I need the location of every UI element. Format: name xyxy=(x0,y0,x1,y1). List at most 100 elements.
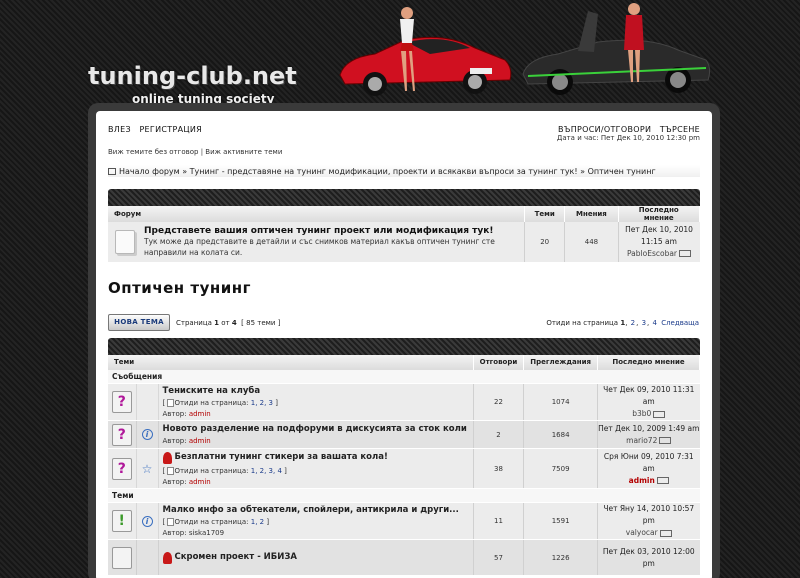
view-latest-post-icon[interactable] xyxy=(679,250,692,258)
author-label: Автор: xyxy=(162,529,187,537)
next-page-link[interactable]: Следваща xyxy=(661,319,699,327)
topic-row[interactable]: ? i Новото разделение на подфоруми в дис… xyxy=(108,420,700,449)
topic-replies: 2 xyxy=(472,420,524,449)
topics-header-bar xyxy=(108,337,700,355)
forum-posts-count: 448 xyxy=(564,222,619,263)
topic-author-line: Автор: admin xyxy=(163,437,473,445)
active-topics-link[interactable]: Виж активните теми xyxy=(205,148,282,156)
topic-page-links[interactable]: 1, 2, 3 xyxy=(251,399,273,407)
topic-row[interactable]: ! i Малко инфо за обтекатели, спойлери, … xyxy=(108,502,700,540)
announcement-question-icon: ? xyxy=(111,423,132,446)
topic-replies: 38 xyxy=(472,448,524,489)
topic-author-line: Автор: admin xyxy=(163,478,473,486)
info-icon: i xyxy=(141,429,153,440)
topic-row[interactable]: Скромен проект - ИБИЗА 57 1226 Пет Дек 0… xyxy=(108,539,700,576)
header-car-red-image xyxy=(339,36,512,96)
topic-views: 1074 xyxy=(523,383,598,421)
topic-title-link[interactable]: Безплатни тунинг стикери за вашата кола! xyxy=(175,452,388,462)
topic-pages: [ Отиди на страница: 1, 2 ] xyxy=(162,518,270,526)
datetime-text: Дата и час: Пет Дек 10, 2010 12:30 pm xyxy=(556,134,700,142)
topic-last-date: Чет Яну 14, 2010 10:57 pm xyxy=(603,504,695,525)
topic-author[interactable]: admin xyxy=(189,478,211,486)
topic-title-link[interactable]: Малко инфо за обтекатели, спойлери, анти… xyxy=(163,505,473,515)
breadcrumb-text[interactable]: Начало форум » Тунинг - представяне на т… xyxy=(119,167,656,176)
quick-links: Виж темите без отговор | Виж активните т… xyxy=(108,148,700,156)
info-icon: i xyxy=(141,515,153,527)
topic-last-post: Чет Яну 14, 2010 10:57 pm valyocar xyxy=(597,502,700,540)
col-views-header: Преглеждания xyxy=(523,354,598,370)
category-announcements: Съобщения xyxy=(108,369,700,384)
author-label: Автор: xyxy=(162,437,187,445)
view-latest-post-icon[interactable] xyxy=(659,437,672,444)
link-separator: | xyxy=(200,148,204,156)
col-posts-header: Мнения xyxy=(564,206,619,222)
goto-label: Отиди на страница: xyxy=(174,518,249,526)
topic-replies: 22 xyxy=(472,383,524,421)
page-link-4[interactable]: 4 xyxy=(652,319,656,327)
topic-author[interactable]: admin xyxy=(189,437,211,445)
topic-last-author[interactable]: valyocar xyxy=(626,528,658,537)
view-latest-post-icon[interactable] xyxy=(656,477,669,484)
table-header-bar xyxy=(108,189,700,206)
search-link[interactable]: ТЪРСЕНЕ xyxy=(660,125,700,134)
page-current: 1 xyxy=(214,318,219,327)
forum-row[interactable]: Представете вашия оптичен тунинг проект … xyxy=(108,222,700,263)
site-header: tuning-club.net online tuning society xyxy=(0,0,800,106)
col-topic-lastpost-header: Последно мнение xyxy=(597,354,700,370)
topic-last-author[interactable]: admin xyxy=(629,476,655,485)
unanswered-link[interactable]: Виж темите без отговор xyxy=(108,148,198,156)
topic-views: 1226 xyxy=(523,539,598,576)
topic-author[interactable]: siska1709 xyxy=(189,529,224,537)
topic-title-link[interactable]: Скромен проект - ИБИЗА xyxy=(175,552,298,562)
new-topic-button[interactable]: НОВА ТЕМА xyxy=(108,314,170,331)
topic-page-links[interactable]: 1, 2, 3, 4 xyxy=(251,467,282,475)
topic-row[interactable]: ? ☆ Безплатни тунинг стикери за вашата к… xyxy=(108,448,700,489)
forum-description: Тук може да представите в детайли и със … xyxy=(144,236,495,257)
goto-label: Отиди на страница: xyxy=(174,466,249,475)
hot-pin-icon xyxy=(162,451,172,464)
forum-read-icon xyxy=(108,229,142,254)
topic-last-author[interactable]: b3b0 xyxy=(632,409,651,418)
author-label: Автор: xyxy=(162,410,187,418)
author-label: Автор: xyxy=(162,477,187,486)
faq-link[interactable]: ВЪПРОСИ/ОТГОВОРИ xyxy=(558,125,651,134)
last-post-date: Пет Дек 10, 2010 11:15 am xyxy=(625,224,693,246)
last-post-author[interactable]: PabloEscobar xyxy=(627,249,677,258)
topic-last-post: Пет Дек 10, 2009 1:49 am mario72 xyxy=(597,420,700,449)
page-link-3[interactable]: 3 xyxy=(642,319,646,327)
page-link-2[interactable]: 2 xyxy=(631,319,635,327)
view-latest-post-icon[interactable] xyxy=(659,529,672,537)
forum-topics-count: 20 xyxy=(523,222,565,263)
topic-row[interactable]: ? Тениските на клуба [ Отиди на страница… xyxy=(108,383,700,421)
topic-replies: 11 xyxy=(472,502,524,540)
subforum-table: Форум Теми Мнения Последно мнение Предст… xyxy=(108,189,701,263)
forum-title-link[interactable]: Представете вашия оптичен тунинг проект … xyxy=(144,226,524,236)
hot-pin-icon xyxy=(162,551,172,564)
category-topics: Теми xyxy=(108,488,700,503)
goto-page-label: Отиди на страница xyxy=(546,318,619,327)
topic-title-link[interactable]: Новото разделение на подфоруми в дискуси… xyxy=(163,424,473,434)
home-icon[interactable] xyxy=(108,167,116,175)
topic-last-author[interactable]: mario72 xyxy=(626,436,657,445)
content-area: ВЛЕЗ РЕГИСТРАЦИЯ ВЪПРОСИ/ОТГОВОРИ ТЪРСЕН… xyxy=(96,111,712,578)
pagination: Отиди на страница 1, 2, 3, 4 Следваща xyxy=(546,318,699,327)
header-model-figure xyxy=(400,7,415,91)
topic-title-link[interactable]: Тениските на клуба xyxy=(163,386,473,396)
login-link[interactable]: ВЛЕЗ xyxy=(108,125,131,134)
topic-views: 1591 xyxy=(523,502,598,540)
main-panel: ВЛЕЗ РЕГИСТРАЦИЯ ВЪПРОСИ/ОТГОВОРИ ТЪРСЕН… xyxy=(88,103,720,578)
view-latest-post-icon[interactable] xyxy=(653,410,666,418)
page-prefix: Страница xyxy=(176,318,212,327)
col-lastpost-header: Последно мнение xyxy=(618,206,701,222)
star-icon: ☆ xyxy=(141,461,153,476)
register-link[interactable]: РЕГИСТРАЦИЯ xyxy=(139,125,202,134)
col-replies-header: Отговори xyxy=(473,354,525,370)
topic-author[interactable]: admin xyxy=(189,410,211,418)
action-bar: НОВА ТЕМА Страница 1 от 4 [ 85 теми ] От… xyxy=(108,314,700,332)
topic-last-post: Сря Юни 09, 2010 7:31 am admin xyxy=(597,448,700,489)
page-title[interactable]: Оптичен тунинг xyxy=(108,279,700,297)
topic-views: 1684 xyxy=(523,420,598,449)
breadcrumb: Начало форум » Тунинг - представяне на т… xyxy=(108,165,700,177)
topic-page-links[interactable]: 1, 2 xyxy=(251,518,264,526)
site-logo[interactable]: tuning-club.net xyxy=(88,62,297,90)
